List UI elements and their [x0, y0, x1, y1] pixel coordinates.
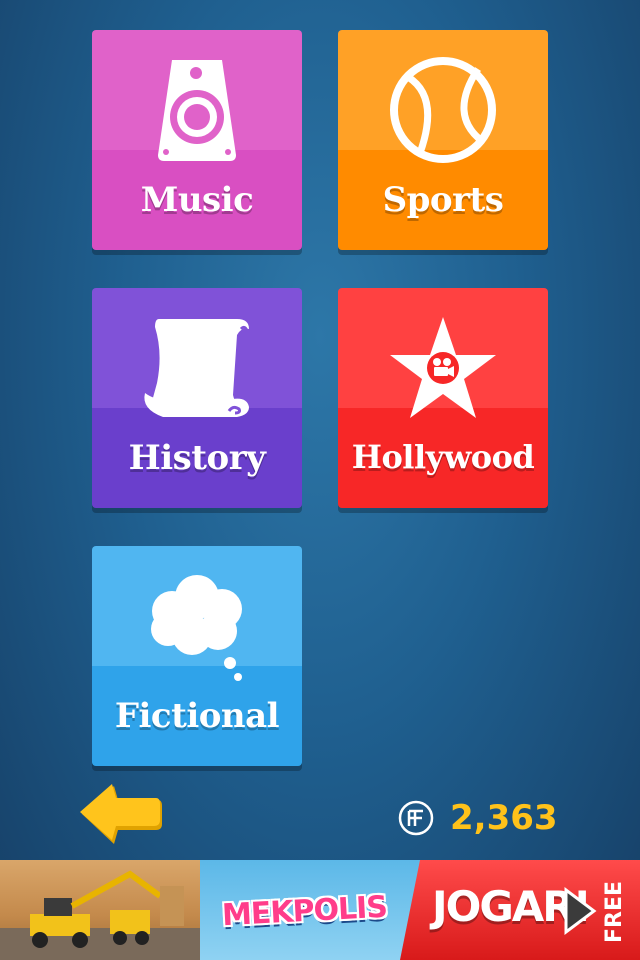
star-camera-icon — [390, 317, 496, 418]
category-label: Fictional — [114, 696, 280, 736]
category-sports-tile[interactable]: Sports — [338, 30, 548, 250]
play-icon — [564, 887, 597, 935]
category-label: History — [128, 438, 266, 478]
ad-free-tag: FREE — [602, 880, 627, 944]
category-label: Sports — [382, 180, 504, 220]
category-label: Music — [140, 180, 254, 220]
category-music-tile[interactable]: Music — [92, 30, 302, 250]
category-history-tile[interactable]: History — [92, 288, 302, 508]
ad-banner[interactable]: MEKPOLIS JOGAR! FREE — [0, 860, 640, 960]
category-fictional-tile[interactable]: Fictional — [92, 546, 302, 766]
coin-icon — [398, 800, 434, 836]
speaker-icon — [158, 60, 236, 161]
coin-count: 2,363 — [450, 798, 558, 838]
arrow-left-icon — [80, 784, 162, 844]
scroll-icon — [144, 319, 249, 417]
construction-truck-icon — [30, 870, 184, 948]
ball-icon — [390, 57, 496, 163]
thought-cloud-icon — [151, 575, 242, 681]
back-button[interactable] — [78, 782, 162, 846]
category-hollywood-tile[interactable]: Hollywood — [338, 288, 548, 508]
category-label: Hollywood — [351, 438, 535, 476]
